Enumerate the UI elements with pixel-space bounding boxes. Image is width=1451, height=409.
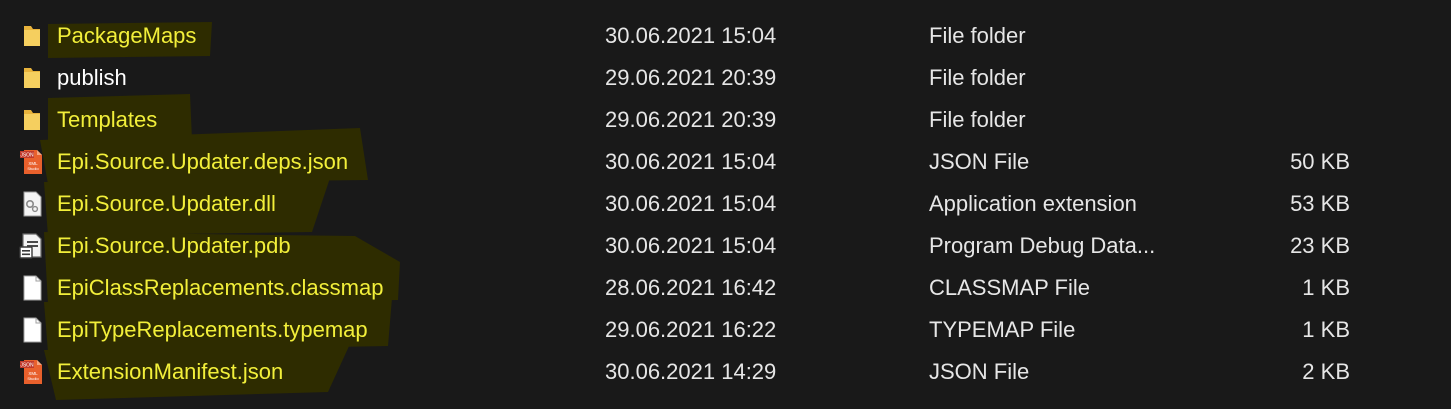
file-date-modified: 30.06.2021 15:04	[605, 149, 777, 174]
file-name[interactable]: PackageMaps	[57, 15, 196, 57]
file-list: PackageMaps 30.06.2021 15:04 File folder pu…	[0, 15, 1451, 393]
file-row[interactable]: EpiClassReplacements.classmap 28.06.2021 …	[0, 267, 1451, 309]
file-row[interactable]: PackageMaps 30.06.2021 15:04 File folder	[0, 15, 1451, 57]
file-type: TYPEMAP File	[929, 317, 1076, 342]
file-date-modified: 28.06.2021 16:42	[605, 275, 777, 300]
file-name[interactable]: Templates	[57, 99, 157, 141]
file-name[interactable]: publish	[57, 57, 127, 99]
svg-text:JSON: JSON	[20, 153, 34, 159]
file-date-modified: 30.06.2021 14:29	[605, 359, 777, 384]
file-type: File folder	[929, 23, 1026, 48]
json-file-icon: JSON XML Studio	[18, 358, 46, 386]
svg-text:JSON: JSON	[20, 363, 34, 369]
file-type: JSON File	[929, 359, 1030, 384]
file-date-modified: 30.06.2021 15:04	[605, 23, 777, 48]
file-date-modified: 30.06.2021 15:04	[605, 191, 777, 216]
file-type: File folder	[929, 107, 1026, 132]
file-date-modified: 29.06.2021 16:22	[605, 317, 777, 342]
file-name[interactable]: Epi.Source.Updater.dll	[57, 183, 276, 225]
json-file-icon: JSON XML Studio	[18, 148, 46, 176]
file-name[interactable]: Epi.Source.Updater.deps.json	[57, 141, 348, 183]
blank-file-icon	[18, 316, 46, 344]
pdb-file-icon	[18, 232, 46, 260]
file-name[interactable]: EpiClassReplacements.classmap	[57, 267, 383, 309]
file-size: 1 KB	[1302, 317, 1350, 342]
folder-icon	[18, 106, 46, 134]
file-row[interactable]: Epi.Source.Updater.pdb 30.06.2021 15:04 Pr…	[0, 225, 1451, 267]
file-row[interactable]: Epi.Source.Updater.dll 30.06.2021 15:04 Ap…	[0, 183, 1451, 225]
file-name[interactable]: ExtensionManifest.json	[57, 351, 283, 393]
file-type: CLASSMAP File	[929, 275, 1090, 300]
file-size: 53 KB	[1290, 191, 1350, 216]
file-type: Application extension	[929, 191, 1137, 216]
file-size: 23 KB	[1290, 233, 1350, 258]
file-name[interactable]: EpiTypeReplacements.typemap	[57, 309, 368, 351]
dll-file-icon	[18, 190, 46, 218]
file-row[interactable]: EpiTypeReplacements.typemap 29.06.2021 16…	[0, 309, 1451, 351]
file-type: Program Debug Data...	[929, 233, 1156, 258]
blank-file-icon	[18, 274, 46, 302]
file-type: JSON File	[929, 149, 1030, 174]
file-date-modified: 29.06.2021 20:39	[605, 65, 777, 90]
svg-text:Studio: Studio	[27, 376, 39, 381]
file-size: 2 KB	[1302, 359, 1350, 384]
folder-icon	[18, 22, 46, 50]
file-type: File folder	[929, 65, 1026, 90]
file-row[interactable]: JSON XML Studio Epi.Source.Updater.deps.jso…	[0, 141, 1451, 183]
file-name[interactable]: Epi.Source.Updater.pdb	[57, 225, 291, 267]
file-size: 50 KB	[1290, 149, 1350, 174]
file-row[interactable]: publish 29.06.2021 20:39 File folder	[0, 57, 1451, 99]
file-size: 1 KB	[1302, 275, 1350, 300]
file-date-modified: 30.06.2021 15:04	[605, 233, 777, 258]
file-row[interactable]: JSON XML Studio ExtensionManifest.json 30.06…	[0, 351, 1451, 393]
folder-icon	[18, 64, 46, 92]
file-date-modified: 29.06.2021 20:39	[605, 107, 777, 132]
svg-text:Studio: Studio	[27, 166, 39, 171]
file-row[interactable]: Templates 29.06.2021 20:39 File folder	[0, 99, 1451, 141]
